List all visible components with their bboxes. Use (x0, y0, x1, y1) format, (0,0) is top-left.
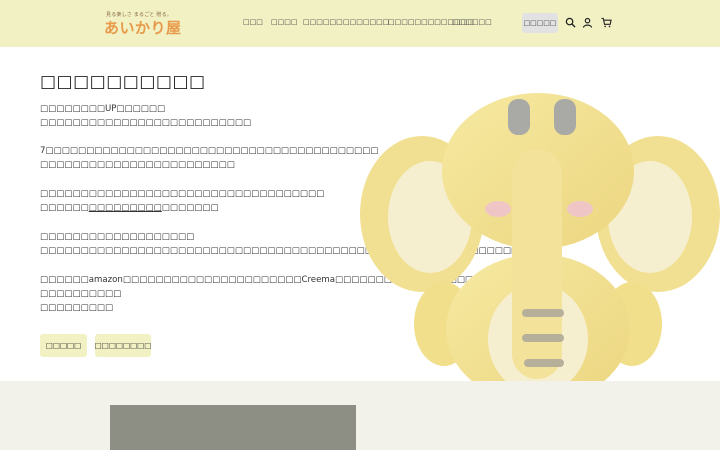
hero-text-line: □□□□□□□□□□□□□□□□□□□□□□□□□□ (40, 118, 252, 128)
nav-item-1[interactable]: □□□ (243, 18, 263, 26)
user-icon[interactable] (581, 16, 593, 28)
elephant-plush-image (360, 93, 720, 381)
hero-text-line: □□□□□□□□□□□□□□□□□□□□□□□□□□□□□□□□□□□ (40, 189, 325, 199)
hero-text-line: □□□□□□□□□□□□□□□□□□□ (40, 232, 195, 242)
hero-section: □□□□□□□□□□ □□□□□□□□UP□□□□□□ □□□□□□□□□□□□… (0, 47, 720, 381)
hero-button-secondary[interactable]: □□□□□□□□ (95, 334, 151, 357)
lower-section (0, 381, 720, 450)
hero-text-line: □□□□□□□□□□ (40, 289, 122, 299)
site-header: 見る楽しさ まるごと 贈る。 あいかり屋 □□□ □□□□ □□□□□□ □□□… (0, 0, 720, 47)
hero-text-line-with-link: □□□□□□□□□□□□□□□□□□□□□□ (40, 203, 219, 213)
content-image-placeholder (110, 405, 356, 450)
link-prefix: □□□□□□ (40, 203, 89, 213)
link-suffix: □□□□□□□ (161, 203, 219, 213)
search-icon[interactable] (564, 16, 576, 28)
hero-text-line: 7□□□□□□□□□□□□□□□□□□□□□□□□□□□□□□□□□□□□□□□… (40, 146, 379, 156)
logo-text: あいかり屋 (104, 19, 182, 37)
inline-link[interactable]: □□□□□□□□□ (89, 203, 162, 213)
hero-text-line: □□□□□□□□□□□□□□□□□□□□□□□□ (40, 160, 235, 170)
hero-text-line: □□□□□□□□□ (40, 303, 114, 313)
nav-item-2[interactable]: □□□□ (271, 18, 297, 26)
hero-text-line: □□□□□□□□UP□□□□□□ (40, 104, 166, 114)
login-button[interactable]: □□□□□ (522, 13, 558, 33)
site-logo[interactable]: 見る楽しさ まるごと 贈る。 あいかり屋 (104, 11, 182, 37)
hero-button-primary[interactable]: □□□□□ (40, 334, 87, 357)
nav-item-3[interactable]: □□□□□□ (303, 18, 343, 26)
hero-title: □□□□□□□□□□ (40, 72, 206, 92)
nav-item-4[interactable]: □□□□□□□ (343, 18, 389, 26)
cart-icon[interactable] (600, 16, 612, 28)
nav-item-6[interactable]: □□□□□□ (452, 18, 492, 26)
